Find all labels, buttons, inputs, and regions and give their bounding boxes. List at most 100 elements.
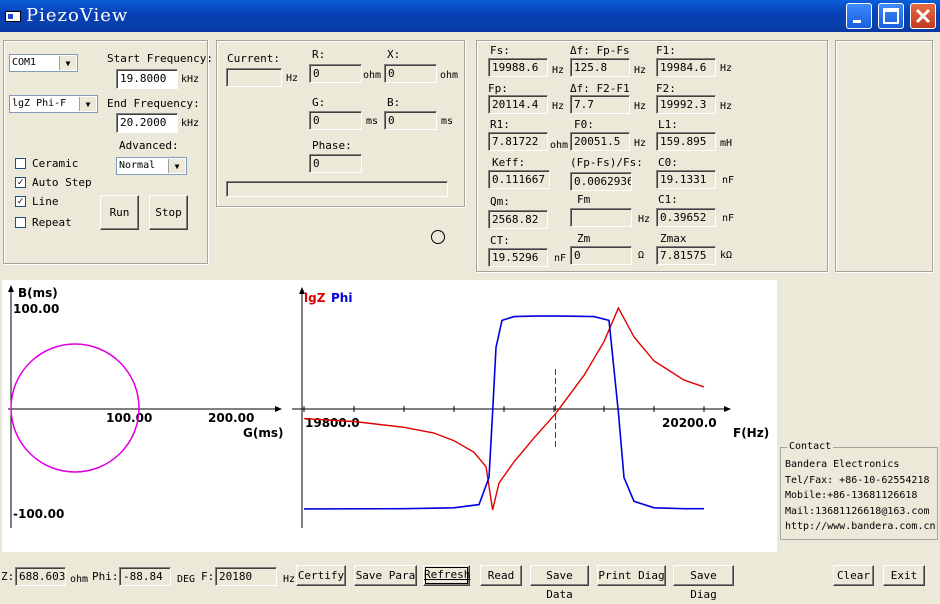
freq-x-axis-label: F(Hz) xyxy=(733,426,769,440)
maximize-button[interactable] xyxy=(878,3,904,29)
f2-field: 19992.3 xyxy=(656,95,716,114)
f-unit: Hz xyxy=(283,574,296,585)
f1-field: 19984.6 xyxy=(656,58,716,77)
admittance-x-tick-2: 200.00 xyxy=(208,411,254,425)
current-unit: Hz xyxy=(286,73,299,84)
progress-bar xyxy=(226,181,448,197)
title-bar xyxy=(0,0,940,32)
contact-mobile: Mobile:+86-13681126618 xyxy=(785,490,918,501)
save-diag-button[interactable]: Save Diag xyxy=(673,565,734,601)
clear-button[interactable]: Clear xyxy=(833,565,874,586)
r-unit: ohm xyxy=(363,70,382,81)
c0-field: 19.1331 xyxy=(656,170,716,189)
zmax-field: 7.81575 xyxy=(656,246,716,265)
fp-label: Fp: xyxy=(488,82,508,95)
admittance-y-bottom-tick: -100.00 xyxy=(13,507,64,521)
zm-label: Zm xyxy=(577,232,591,245)
save-para-button[interactable]: Save Para xyxy=(354,565,417,586)
df-f2-f1-field: 7.7 xyxy=(570,95,630,114)
zmax-unit: kΩ xyxy=(720,250,733,261)
repeat-checkbox[interactable] xyxy=(15,217,26,228)
r1-unit: ohm xyxy=(550,140,569,151)
f0-label: F0: xyxy=(574,118,594,131)
df-f2-f1-label: Δf: F2-F1 xyxy=(570,82,630,95)
contact-company: Bandera Electronics xyxy=(785,459,900,470)
zm-unit: Ω xyxy=(638,250,645,261)
end-frequency-label: End Frequency: xyxy=(107,97,200,110)
z-label: Z: xyxy=(1,570,15,583)
keff-label: Keff: xyxy=(492,156,526,169)
df-fp-fs-field: 125.8 xyxy=(570,58,630,77)
g-field: 0 xyxy=(309,111,362,130)
f2-label: F2: xyxy=(656,82,676,95)
run-button[interactable]: Run xyxy=(100,195,139,230)
f0-field: 20051.5 xyxy=(570,132,630,151)
stop-button[interactable]: Stop xyxy=(149,195,188,230)
auto-step-checkbox[interactable]: ✓ xyxy=(15,177,26,188)
line-checkbox[interactable]: ✓ xyxy=(15,196,26,207)
l1-field: 159.895 xyxy=(656,132,716,151)
c1-field: 0.39652 xyxy=(656,208,716,227)
start-frequency-input[interactable]: 19.8000 xyxy=(116,69,178,89)
contact-email: Mail:13681126618@163.com xyxy=(785,505,930,517)
mode-value: lgZ Phi-F xyxy=(12,98,67,109)
line-label: Line xyxy=(32,195,59,208)
chevron-down-icon: ▼ xyxy=(79,97,96,111)
mode-select[interactable]: lgZ Phi-F ▼ xyxy=(9,95,98,113)
fp-unit: Hz xyxy=(552,101,565,112)
phi-field: -88.84 xyxy=(119,567,171,586)
l1-label: L1: xyxy=(658,118,678,131)
side-panel xyxy=(835,40,933,272)
current-field xyxy=(226,68,282,87)
ct-label: CT: xyxy=(490,234,510,247)
fs-unit: Hz xyxy=(552,65,565,76)
phi-series-line xyxy=(303,315,704,510)
admittance-y-top-tick: 100.00 xyxy=(13,302,59,316)
port-select[interactable]: COM1 ▼ xyxy=(9,54,78,72)
admittance-x-label: G(ms) xyxy=(243,426,283,440)
checkmark-icon: ✓ xyxy=(17,177,24,188)
start-frequency-label: Start Frequency: xyxy=(107,52,213,65)
b-label: B: xyxy=(387,96,401,109)
ceramic-checkbox[interactable] xyxy=(15,158,26,169)
g-unit: ms xyxy=(366,116,379,127)
ceramic-label: Ceramic xyxy=(32,157,79,170)
admittance-x-tick-1: 100.00 xyxy=(106,411,152,425)
x-label: X: xyxy=(387,48,401,61)
l1-unit: mH xyxy=(720,138,733,149)
f0-unit: Hz xyxy=(634,138,647,149)
x-unit: ohm xyxy=(440,70,459,81)
start-frequency-unit: kHz xyxy=(181,74,200,85)
ct-unit: nF xyxy=(554,253,567,264)
plot-area: B(ms) 100.00 -100.00 100.00 200.00 G(ms)… xyxy=(2,280,777,552)
b-unit: ms xyxy=(441,116,454,127)
exit-button[interactable]: Exit xyxy=(883,565,925,586)
contact-website: http://www.bandera.com.cn xyxy=(785,521,936,532)
end-frequency-input[interactable]: 20.2000 xyxy=(116,113,178,133)
advanced-select[interactable]: Normal ▼ xyxy=(116,157,187,175)
contact-phone: Tel/Fax: +86-10-62554218 xyxy=(785,474,930,486)
certify-button[interactable]: Certify xyxy=(296,565,346,586)
r-field: 0 xyxy=(309,64,362,83)
admittance-circle xyxy=(10,343,140,473)
admittance-y-arrow-icon xyxy=(8,285,14,292)
refresh-button[interactable]: Refresh xyxy=(423,565,470,586)
df-fp-fs-unit: Hz xyxy=(634,65,647,76)
read-button[interactable]: Read xyxy=(480,565,522,586)
admittance-y-label: B(ms) xyxy=(18,286,58,300)
f-field: 20180 xyxy=(215,567,277,586)
legend-phi: Phi xyxy=(331,291,352,305)
chevron-down-icon: ▼ xyxy=(168,159,185,173)
current-label: Current: xyxy=(227,52,280,65)
chevron-down-icon: ▼ xyxy=(59,56,76,70)
phase-field: 0 xyxy=(309,154,362,173)
legend-lgz: lgZ xyxy=(304,291,326,305)
c0-unit: nF xyxy=(722,175,735,186)
print-diag-button[interactable]: Print Diag xyxy=(597,565,666,586)
z-unit: ohm xyxy=(70,574,89,585)
close-button[interactable] xyxy=(910,3,936,29)
app-icon xyxy=(5,11,21,22)
fm-field xyxy=(570,208,632,227)
save-data-button[interactable]: Save Data xyxy=(530,565,589,601)
minimize-button[interactable] xyxy=(846,3,872,29)
